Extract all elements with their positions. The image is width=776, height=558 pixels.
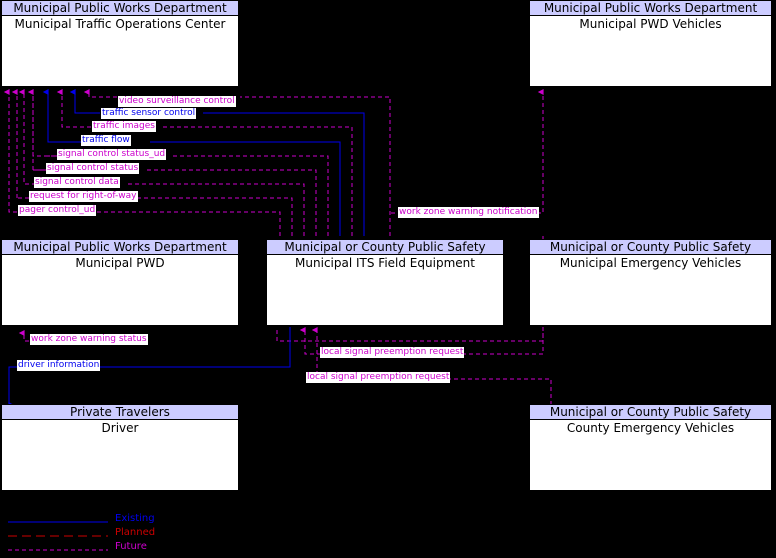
entity-name: Municipal PWD: [75, 256, 165, 270]
entity-stakeholder: Municipal Public Works Department: [530, 1, 771, 16]
flow-label-signal-control-status-ud[interactable]: signal control status_ud: [57, 149, 167, 160]
legend-row-existing: Existing: [0, 513, 230, 528]
flow-label-signal-control-data[interactable]: signal control data: [34, 177, 120, 188]
entity-box-driver[interactable]: Private Travelers Driver: [1, 404, 239, 491]
entity-stakeholder: Municipal or County Public Safety: [530, 405, 771, 420]
entity-name: Municipal Emergency Vehicles: [559, 256, 742, 270]
legend-label-future: Future: [115, 541, 147, 552]
legend: Existing Planned Future: [0, 513, 230, 558]
entity-name: Municipal PWD Vehicles: [579, 17, 722, 31]
legend-swatch-planned: [8, 535, 108, 537]
entity-stakeholder: Municipal Public Works Department: [2, 1, 238, 16]
entity-name: Municipal ITS Field Equipment: [295, 256, 475, 270]
flow-label-pager-control-ud[interactable]: pager control_ud: [18, 205, 97, 216]
entity-box-municipal-traffic-operations-center[interactable]: Municipal Public Works Department Munici…: [1, 0, 239, 87]
entity-name: Municipal Traffic Operations Center: [14, 17, 226, 31]
entity-box-municipal-its-field-equipment[interactable]: Municipal or County Public Safety Munici…: [265, 238, 505, 327]
entity-name: Driver: [101, 421, 139, 435]
flow-label-driver-information[interactable]: driver information: [17, 360, 101, 371]
flow-label-signal-control-status[interactable]: signal control status: [46, 163, 140, 174]
entity-box-municipal-pwd-vehicles[interactable]: Municipal Public Works Department Munici…: [529, 0, 772, 87]
legend-label-planned: Planned: [115, 527, 156, 538]
entity-stakeholder: Municipal or County Public Safety: [530, 240, 771, 255]
entity-box-county-emergency-vehicles[interactable]: Municipal or County Public Safety County…: [529, 404, 772, 491]
flow-label-local-signal-preemption-request-1[interactable]: local signal preemption request: [320, 347, 465, 358]
flow-label-work-zone-warning-status[interactable]: work zone warning status: [30, 334, 148, 345]
entity-box-municipal-pwd[interactable]: Municipal Public Works Department Munici…: [1, 239, 239, 326]
flow-label-traffic-images[interactable]: traffic images: [92, 121, 156, 132]
entity-stakeholder: Municipal or County Public Safety: [267, 240, 503, 255]
flow-label-video-surveillance-control[interactable]: video surveillance control: [118, 96, 236, 107]
entity-stakeholder: Municipal Public Works Department: [2, 240, 238, 255]
flow-label-traffic-flow[interactable]: traffic flow: [81, 135, 131, 146]
flow-label-local-signal-preemption-request-2[interactable]: local signal preemption request: [306, 372, 451, 383]
legend-swatch-future: [8, 549, 108, 551]
entity-stakeholder: Private Travelers: [2, 405, 238, 420]
flow-label-request-for-right-of-way[interactable]: request for right-of-way: [29, 191, 138, 202]
entity-name: County Emergency Vehicles: [566, 421, 735, 435]
legend-swatch-existing: [8, 521, 108, 523]
flow-label-traffic-sensor-control[interactable]: traffic sensor control: [101, 108, 197, 119]
flow-label-work-zone-warning-notification[interactable]: work zone warning notification: [398, 207, 539, 218]
entity-box-municipal-emergency-vehicles[interactable]: Municipal or County Public Safety Munici…: [529, 239, 772, 326]
legend-row-planned: Planned: [0, 527, 230, 542]
legend-label-existing: Existing: [115, 513, 155, 524]
legend-row-future: Future: [0, 541, 230, 556]
context-diagram-canvas: Municipal Public Works Department Munici…: [0, 0, 776, 558]
